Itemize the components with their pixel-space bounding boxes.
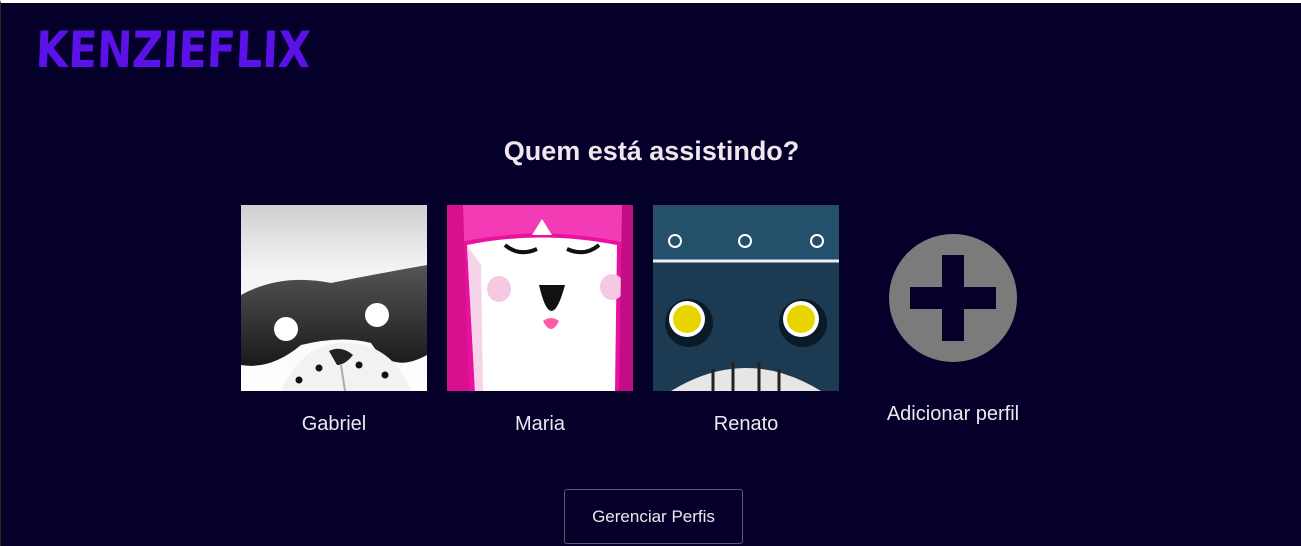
profile-name: Renato [713,413,779,435]
profile-name: Maria [514,413,565,435]
add-profile-button[interactable]: Adicionar perfil [867,205,1039,426]
add-profile-label: Adicionar perfil [886,403,1020,425]
profile-name: Gabriel [301,413,367,435]
profile-renato[interactable]: Renato [653,205,839,436]
profile-maria[interactable]: Maria [447,205,633,436]
pink-girl-avatar-icon[interactable] [447,205,633,391]
raccoon-avatar-icon[interactable] [241,205,427,391]
plus-circle-icon[interactable] [867,205,1039,391]
robot-avatar-icon[interactable] [653,205,839,391]
page-title: Quem está assistindo? [503,136,800,166]
profile-gabriel[interactable]: Gabriel [241,205,427,436]
manage-profiles-button[interactable]: Gerenciar Perfis [564,489,743,544]
profile-list: Gabriel Maria Renato Adicionar perfil [1,205,1301,465]
kenzieflix-logo: KENZIEFLIX [34,21,312,79]
